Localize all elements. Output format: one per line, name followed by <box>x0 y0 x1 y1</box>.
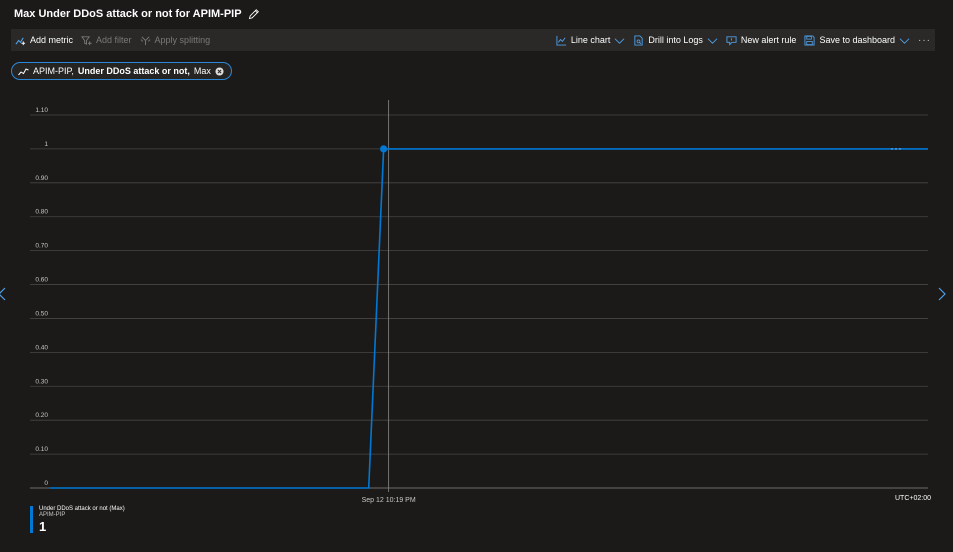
new-alert-rule-button[interactable]: New alert rule <box>722 29 801 51</box>
chart-legend[interactable]: Under DDoS attack or not (Max) APIM-PIP … <box>30 506 125 534</box>
timezone-label: UTC+02:00 <box>895 495 931 502</box>
y-tick-label: 0.50 <box>35 310 48 317</box>
x-tick-label: Sep 12 10:19 PM <box>362 497 416 504</box>
ellipsis-icon: ··· <box>918 34 931 46</box>
add-metric-icon <box>15 36 26 45</box>
page-title: Max Under DDoS attack or not for APIM-PI… <box>14 8 242 20</box>
y-tick-label: 0.60 <box>35 277 48 284</box>
save-to-dashboard-dropdown[interactable]: Save to dashboard <box>800 29 914 51</box>
pill-metric: Under DDoS attack or not, <box>77 66 190 76</box>
y-tick-label: 0.90 <box>35 175 48 182</box>
logs-icon <box>634 34 643 46</box>
chevron-left-icon[interactable] <box>0 287 7 301</box>
line-chart: 0 0.10 0.20 0.30 0.40 0.50 0.60 0.70 0.80 0.90 1 1.… <box>30 100 931 504</box>
y-tick-label: 0.80 <box>35 209 48 216</box>
y-axis-ticks: 0 0.10 0.20 0.30 0.40 0.50 0.60 0.70 0.80 0.90 1 1.… <box>35 107 48 487</box>
chevron-down-icon <box>899 37 910 44</box>
more-options-button[interactable]: ··· <box>914 29 935 51</box>
chevron-down-icon <box>707 37 718 44</box>
apply-splitting-button[interactable]: Apply splitting <box>136 29 215 51</box>
drill-into-logs-dropdown[interactable]: Drill into Logs <box>629 29 722 51</box>
line-chart-icon <box>556 35 566 46</box>
y-tick-label: 0.40 <box>35 344 48 351</box>
highlight-point[interactable] <box>380 145 388 153</box>
chart-type-dropdown[interactable]: Line chart <box>552 29 630 51</box>
close-icon[interactable] <box>215 66 224 76</box>
y-tick-label: 0.70 <box>35 243 48 250</box>
series-end-dot <box>899 148 901 150</box>
y-tick-label: 0.10 <box>35 446 48 453</box>
chart-title-bar: Max Under DDoS attack or not for APIM-PI… <box>14 6 260 22</box>
y-tick-label: 0 <box>44 480 48 487</box>
line-chart-label: Line chart <box>570 35 611 45</box>
save-icon <box>804 34 815 46</box>
series-layer <box>50 145 928 489</box>
chart-grid <box>30 114 928 489</box>
y-tick-label: 1 <box>44 141 48 148</box>
y-tick-label: 1.10 <box>35 107 48 114</box>
add-filter-label: Add filter <box>96 35 132 45</box>
alert-icon <box>726 35 737 46</box>
pill-aggregation: Max <box>193 66 211 76</box>
legend-value: 1 <box>39 518 47 534</box>
line-series-icon <box>18 67 29 75</box>
save-to-dashboard-label: Save to dashboard <box>819 35 895 45</box>
y-tick-label: 0.20 <box>35 412 48 419</box>
filter-icon <box>81 35 92 45</box>
add-metric-button[interactable]: Add metric <box>11 29 77 51</box>
add-metric-label: Add metric <box>30 35 74 45</box>
apply-splitting-label: Apply splitting <box>154 35 211 45</box>
metric-pill[interactable]: APIM-PIP, Under DDoS attack or not, Max <box>11 62 232 80</box>
pill-resource: APIM-PIP, <box>33 66 74 76</box>
chevron-right-icon[interactable] <box>937 287 947 301</box>
pencil-icon[interactable] <box>248 8 260 20</box>
chart-toolbar: Add metric Add filter Apply splitting Li… <box>11 29 935 51</box>
add-filter-button[interactable]: Add filter <box>77 29 136 51</box>
new-alert-rule-label: New alert rule <box>740 35 797 45</box>
drill-into-logs-label: Drill into Logs <box>648 35 703 45</box>
splitting-icon <box>140 36 150 45</box>
legend-resource-name: APIM-PIP <box>39 512 66 519</box>
series-end-dot <box>891 148 893 150</box>
chevron-down-icon <box>614 37 625 44</box>
y-tick-label: 0.30 <box>35 378 48 385</box>
series-end-dot <box>895 148 897 150</box>
